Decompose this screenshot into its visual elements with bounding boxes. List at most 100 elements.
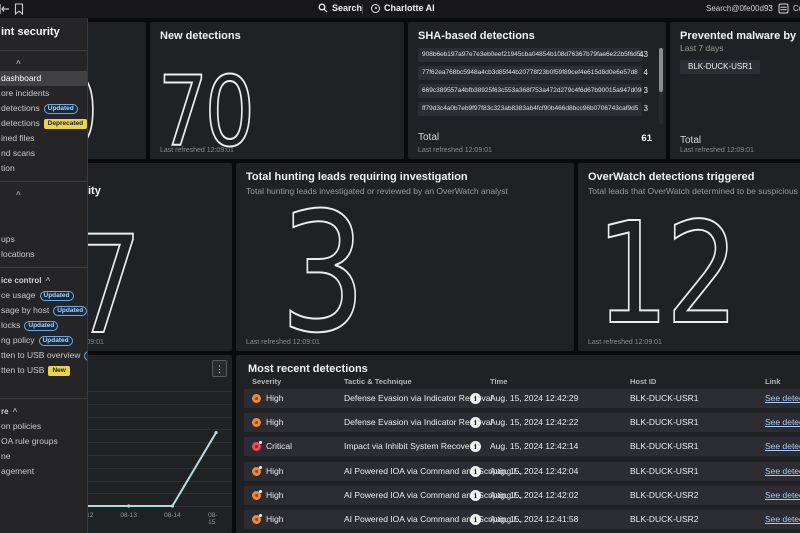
see-detection-link[interactable]: See detection: [765, 437, 800, 456]
badge-updated: Updated: [84, 351, 87, 361]
card-new-detections: New detections 70 Last refreshed 12:09:0…: [150, 22, 404, 159]
badge-updated: Updated: [44, 104, 78, 114]
table-row[interactable]: HighAI Powered IOA via Command and Scrip…: [244, 486, 800, 505]
sidebar-item-agement[interactable]: agement: [0, 464, 87, 479]
table-row[interactable]: HighDefense Evasion via Indicator Remova…: [244, 389, 800, 408]
see-detection-link[interactable]: See detection: [765, 389, 800, 408]
collapse-panel-icon[interactable]: [0, 3, 10, 15]
sidebar-item-ne[interactable]: ne: [0, 449, 87, 464]
sidebar-divider: [0, 181, 87, 182]
sha-row[interactable]: 669c389557a4bfb38925f63c553a368f753a472d…: [418, 84, 662, 98]
topbar-right-clipped-label[interactable]: Custom: [793, 4, 800, 13]
time-value: Aug. 15, 2024 12:42:04: [490, 462, 578, 481]
sidebar-divider: [0, 267, 87, 268]
column-header-link: Link: [765, 377, 780, 386]
sidebar-item-locations[interactable]: locations: [0, 247, 87, 262]
severity-high-icon: [252, 467, 261, 476]
card-title: New detections: [160, 30, 241, 42]
severity-label: High: [266, 389, 283, 408]
sidebar-item-ore-incidents[interactable]: ore incidents: [0, 86, 87, 101]
x-tick-label: 08-14: [164, 512, 181, 519]
info-icon[interactable]: i: [470, 514, 481, 525]
sidebar-menu: ^dashboardore incidentsdetectionsUpdated…: [0, 56, 87, 479]
ai-marker-dot: [259, 441, 262, 444]
sha-hash: ff79d3c4a0b7eb9f97f83c323ab8383ab4fcf90b…: [418, 102, 642, 116]
severity-high-icon: [252, 394, 261, 403]
x-tick-label: 08-13: [120, 512, 137, 519]
sidebar-item-re[interactable]: re^: [0, 404, 87, 419]
sidebar-spacer: [0, 217, 87, 232]
time-value: Aug. 15, 2024 12:42:02: [490, 486, 578, 505]
sidebar-item-detections[interactable]: detectionsDeprecated: [0, 116, 87, 131]
sidebar-item-detections[interactable]: detectionsUpdated: [0, 101, 87, 116]
table-row[interactable]: HighAI Powered IOA via Command and Scrip…: [244, 462, 800, 481]
bookmark-icon[interactable]: [14, 3, 24, 15]
card-subtitle: Last 7 days: [680, 43, 723, 53]
info-icon[interactable]: i: [470, 441, 481, 452]
badge-updated: Updated: [39, 336, 73, 346]
sidebar-item-tten-to-usb-overview[interactable]: tten to USB overviewUpdated: [0, 348, 87, 363]
severity-high-icon: [252, 418, 261, 427]
severity-high-icon: [252, 491, 261, 500]
badge-new: New: [48, 366, 69, 376]
search-label: Search: [332, 3, 362, 13]
charlotte-ai-button[interactable]: Charlotte AI: [371, 3, 435, 13]
sidebar-item-tten-to-usb[interactable]: tten to USB New: [0, 363, 87, 378]
table-row[interactable]: CriticalImpact via Inhibit System Recove…: [244, 437, 800, 456]
sidebar-item-ice-control[interactable]: ice control^: [0, 273, 87, 288]
see-detection-link[interactable]: See detection: [765, 462, 800, 481]
info-icon[interactable]: i: [470, 490, 481, 501]
tactic-label: Impact via Inhibit System Recovery: [344, 437, 477, 456]
info-icon[interactable]: i: [470, 466, 481, 477]
sidebar-item-section[interactable]: ^: [0, 56, 87, 71]
user-context-label[interactable]: Search@0fe00d93: [706, 4, 773, 13]
sidebar-item-tion[interactable]: tion: [0, 161, 87, 176]
scrollbar[interactable]: [659, 48, 663, 124]
sha-count: 43: [639, 50, 648, 59]
sidebar-item-sage-by-host[interactable]: sage by hostUpdated: [0, 303, 87, 318]
sha-row[interactable]: ff79d3c4a0b7eb9f97f83c323ab8383ab4fcf90b…: [418, 102, 662, 116]
app-menu-icon[interactable]: [778, 3, 789, 14]
severity-high-icon: [252, 515, 261, 524]
sidebar-item-label: ined files: [1, 133, 35, 143]
sidebar-item-section[interactable]: ^: [0, 187, 87, 202]
host-id-value: BLK-DUCK-USR1: [630, 437, 699, 456]
sidebar-item-dashboard[interactable]: dashboard: [0, 71, 87, 86]
table-row[interactable]: HighAI Powered IOA via Command and Scrip…: [244, 510, 800, 529]
host-id-value: BLK-DUCK-USR2: [630, 486, 699, 505]
sidebar-header: int security: [0, 18, 87, 45]
kebab-menu-button[interactable]: ⋮: [212, 360, 227, 377]
topbar-separator: [362, 4, 363, 14]
sidebar-item-label: locks: [1, 320, 20, 330]
sidebar-item-label: tten to USB: [1, 365, 44, 375]
sidebar-item-label: on policies: [1, 421, 41, 431]
sha-row[interactable]: 77f62ea768bc5948a4cb3d85f44b20778f23b0f5…: [418, 66, 662, 80]
sidebar-item-label: OA rule groups: [1, 436, 58, 446]
charlotte-ai-label: Charlotte AI: [384, 3, 435, 13]
sidebar-item-ined-files[interactable]: ined files: [0, 131, 87, 146]
sidebar-item-nd-scans[interactable]: nd scans: [0, 146, 87, 161]
host-name[interactable]: BLK-DUCK-USR1: [680, 60, 760, 74]
info-icon[interactable]: i: [470, 393, 481, 404]
see-detection-link[interactable]: See detection: [765, 486, 800, 505]
column-header-time: Time: [490, 377, 507, 386]
chart-point: [171, 504, 174, 507]
sha-hash: 669c389557a4bfb38925f63c553a368f753a472d…: [418, 84, 642, 98]
see-detection-link[interactable]: See detection: [765, 413, 800, 432]
sidebar-item-ups[interactable]: ups: [0, 232, 87, 247]
sidebar-item-ng-policy[interactable]: ng policy Updated: [0, 333, 87, 348]
see-detection-link[interactable]: See detection: [765, 510, 800, 529]
sha-row[interactable]: 908b6eb197a97e7e3eb0eef21945cba04854b108…: [418, 48, 662, 62]
sidebar-item-label: ng policy: [1, 335, 35, 345]
table-row[interactable]: HighDefense Evasion via Indicator Remova…: [244, 413, 800, 432]
sidebar-item-on-policies[interactable]: on policies: [0, 419, 87, 434]
sidebar-item-ce-usage[interactable]: ce usageUpdated: [0, 288, 87, 303]
sha-list: 908b6eb197a97e7e3eb0eef21945cba04854b108…: [418, 48, 662, 120]
badge-updated: Updated: [53, 306, 87, 316]
sidebar-item-label: agement: [1, 466, 34, 476]
sidebar-item-oa-rule-groups[interactable]: OA rule groups: [0, 434, 87, 449]
scrollbar-thumb[interactable]: [659, 48, 663, 92]
global-search-button[interactable]: Search: [318, 3, 362, 13]
search-icon: [318, 3, 328, 13]
sidebar-item-locks[interactable]: locksUpdated: [0, 318, 87, 333]
